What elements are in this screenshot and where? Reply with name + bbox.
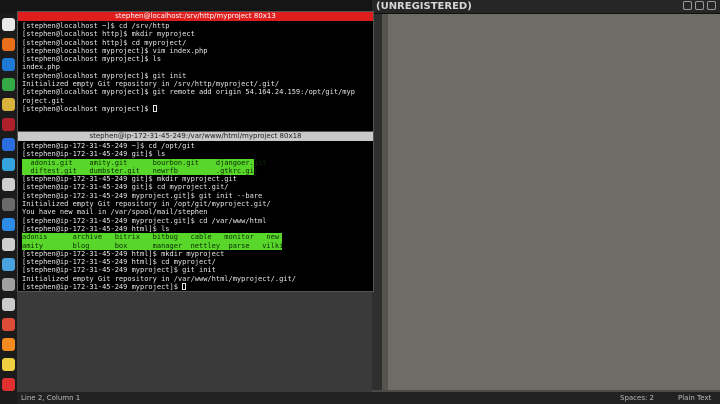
dropbox-icon[interactable] — [2, 218, 15, 231]
cursor-position: Line 2, Column 1 — [21, 394, 81, 402]
terminal-line: [stephen@ip-172-31-45-249 git]$ cd mypro… — [22, 183, 229, 192]
terminal-line: roject.git — [22, 96, 65, 105]
settings-icon[interactable] — [2, 258, 15, 271]
terminal-line: Initialized empty Git repository in /srv… — [22, 80, 280, 89]
terminal-line: Initialized empty Git repository in /var… — [22, 274, 296, 283]
power-icon[interactable] — [2, 378, 15, 391]
terminal-line: [stephen@ip-172-31-45-249 html]$ mkdir m… — [22, 249, 225, 258]
terminal-line: adonis.git amity.git bourbon.git djangoe… — [22, 158, 267, 167]
firefox-icon[interactable] — [2, 338, 15, 351]
text-editor-window: (UNREGISTERED) — [372, 0, 720, 404]
terminal-line: [stephen@ip-172-31-45-249 myproject.git]… — [22, 216, 267, 225]
app-s-icon[interactable] — [2, 38, 15, 51]
editor-icon[interactable] — [2, 178, 15, 191]
terminal-line: adonis archive bitrix bitbug cable monit… — [22, 233, 282, 242]
terminal-window-localhost[interactable]: stephen@localhost:/srv/http/myproject 80… — [17, 11, 374, 132]
minimize-icon[interactable] — [683, 1, 692, 10]
scanner-icon[interactable] — [2, 78, 15, 91]
browser-icon[interactable] — [2, 138, 15, 151]
terminal-line: [stephen@localhost myproject]$ ls — [22, 55, 162, 64]
syntax-setting[interactable]: Plain Text — [678, 392, 711, 404]
terminal-line: [stephen@ip-172-31-45-249 myproject]$ gi… — [22, 266, 216, 275]
chrome-icon[interactable] — [2, 318, 15, 331]
terminal-line: Initialized empty Git repository in /opt… — [22, 200, 271, 209]
close-icon[interactable] — [707, 1, 716, 10]
terminal-line: index.php — [22, 63, 60, 72]
tool-icon[interactable] — [2, 298, 15, 311]
editor-statusbar-right: Spaces: 2 Plain Text — [372, 392, 720, 404]
terminal-line: amity blog box manager nettley parse vil… — [22, 241, 284, 250]
terminal-line: [stephen@ip-172-31-45-249 myproject.git]… — [22, 191, 263, 200]
terminal-line: [stephen@ip-172-31-45-249 git]$ ls — [22, 150, 166, 159]
terminal-line: [stephen@localhost myproject]$ git init — [22, 71, 187, 80]
terminal-line: [stephen@ip-172-31-45-249 git]$ mkdir my… — [22, 175, 237, 184]
terminal-line: diftest.git dumbster.git newrfb .gtkrc.g… — [22, 166, 259, 176]
terminal-line: [stephen@ip-172-31-45-249 ~]$ cd /opt/gi… — [22, 142, 195, 150]
notes-icon[interactable] — [2, 358, 15, 371]
editor-titlebar[interactable]: (UNREGISTERED) — [372, 0, 720, 14]
mail-icon[interactable] — [2, 198, 15, 211]
terminal-titlebar[interactable]: stephen@localhost:/srv/http/myproject 80… — [18, 12, 373, 21]
indent-setting[interactable]: Spaces: 2 — [620, 392, 654, 404]
app-dock — [0, 13, 17, 404]
terminal-line: [stephen@localhost ~]$ cd /srv/http — [22, 22, 170, 30]
terminal-cursor — [152, 104, 157, 112]
maximize-icon[interactable] — [695, 1, 704, 10]
chat-icon[interactable] — [2, 158, 15, 171]
editor-title: (UNREGISTERED) — [376, 1, 472, 12]
camera-icon[interactable] — [2, 238, 15, 251]
terminal-line: [stephen@localhost myproject]$ git remot… — [22, 88, 355, 97]
github-icon[interactable] — [2, 278, 15, 291]
terminal-line: [stephen@localhost myproject]$ — [22, 104, 355, 113]
editor-statusbar: Line 2, Column 1 — [17, 392, 372, 404]
terminal-icon[interactable] — [2, 18, 15, 31]
terminal-line: [stephen@ip-172-31-45-249 html]$ cd mypr… — [22, 258, 216, 267]
terminal-line: [stephen@localhost http]$ mkdir myprojec… — [22, 30, 195, 39]
terminal-window-remote[interactable]: stephen@ip-172-31-45-249:/var/www/html/m… — [17, 131, 374, 292]
terminal-line: [stephen@localhost myproject]$ vim index… — [22, 46, 208, 55]
terminal-output[interactable]: [stephen@localhost ~]$ cd /srv/http [step… — [22, 22, 355, 113]
terminal-line: [stephen@ip-172-31-45-249 html]$ ls — [22, 224, 170, 233]
code-icon[interactable] — [2, 58, 15, 71]
terminal-line: [stephen@localhost http]$ cd myproject/ — [22, 38, 187, 47]
filezilla-icon[interactable] — [2, 118, 15, 131]
editor-content-area[interactable] — [382, 14, 720, 390]
folder-icon[interactable] — [2, 98, 15, 111]
terminal-titlebar[interactable]: stephen@ip-172-31-45-249:/var/www/html/m… — [18, 132, 373, 141]
terminal-cursor — [182, 283, 187, 291]
terminal-line: You have new mail in /var/spool/mail/ste… — [22, 208, 208, 217]
terminal-line: [stephen@ip-172-31-45-249 myproject]$ — [22, 283, 296, 291]
terminal-output[interactable]: [stephen@ip-172-31-45-249 ~]$ cd /opt/gi… — [22, 142, 296, 291]
